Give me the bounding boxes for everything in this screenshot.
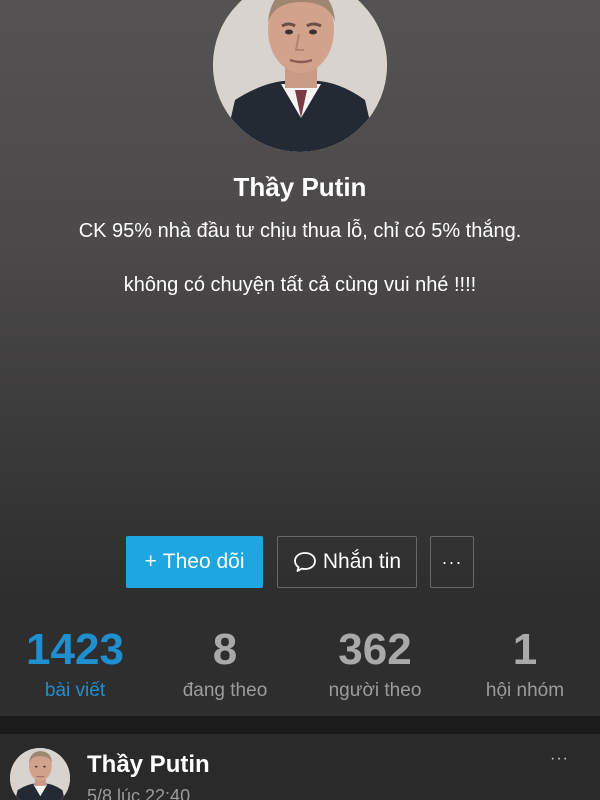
stat-following-value: 8 <box>212 625 238 674</box>
profile-name: Thầy Putin <box>233 172 367 202</box>
stat-followers-label: người theo <box>328 680 422 701</box>
post-author-name[interactable]: Thầy Putin <box>87 751 210 779</box>
ellipsis-icon: ··· <box>441 551 463 572</box>
stat-groups-label: hội nhóm <box>485 680 565 701</box>
post-more-options-button[interactable]: ··· <box>550 750 569 768</box>
post-author-avatar[interactable] <box>10 748 70 800</box>
follow-button-label: Theo dõi <box>162 550 245 573</box>
post-timestamp: 5/8 lúc 22:40 <box>87 786 191 800</box>
plus-icon: + <box>144 550 157 573</box>
stat-posts-label: bài viết <box>44 680 106 701</box>
section-divider <box>0 716 600 734</box>
speech-bubble-icon <box>293 552 316 572</box>
stat-followers[interactable]: 362 người theo <box>300 604 450 716</box>
message-button-label: Nhắn tin <box>322 550 402 573</box>
more-options-button[interactable]: ··· <box>430 536 474 588</box>
avatar-portrait-image <box>10 748 70 800</box>
stat-following[interactable]: 8 đang theo <box>150 604 300 716</box>
stat-followers-value: 362 <box>338 625 412 674</box>
follow-button[interactable]: + Theo dõi <box>126 536 263 588</box>
stat-following-label: đang theo <box>182 680 268 701</box>
stat-posts[interactable]: 1423 bài viết <box>0 604 150 716</box>
stat-groups[interactable]: 1 hội nhóm <box>450 604 600 716</box>
message-button[interactable]: Nhắn tin <box>277 536 417 588</box>
profile-bio: CK 95% nhà đầu tư chịu thua lỗ, chỉ có 5… <box>78 220 522 296</box>
stat-groups-value: 1 <box>512 625 538 674</box>
profile-stats: 1423 bài viết 8 đang theo 362 người theo… <box>0 604 600 716</box>
profile-page: Thầy Putin CK 95% nhà đầu tư chịu thua l… <box>0 0 600 800</box>
stat-posts-value: 1423 <box>26 625 124 674</box>
profile-actions: + Theo dõi Nhắn tin ··· <box>0 536 600 588</box>
post-card: Thầy Putin 5/8 lúc 22:40 ··· <box>0 734 600 800</box>
